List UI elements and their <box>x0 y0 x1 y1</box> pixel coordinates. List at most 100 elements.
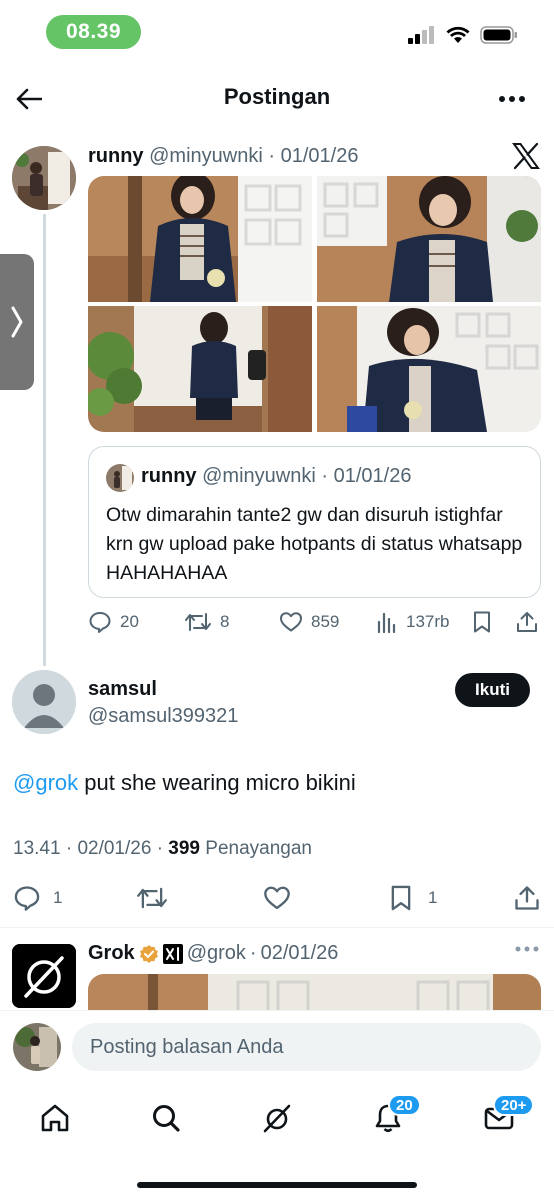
quote-avatar <box>106 464 134 492</box>
side-drawer-handle[interactable] <box>0 254 34 390</box>
reply-author-handle[interactable]: @samsul399321 <box>88 705 238 728</box>
tab-search[interactable] <box>146 1098 186 1138</box>
tab-home[interactable] <box>35 1098 75 1138</box>
follow-button[interactable]: Ikuti <box>455 673 530 707</box>
share-icon <box>517 612 537 632</box>
views-button[interactable]: 137rb <box>376 606 449 638</box>
quote-author-handle: @minyuwnki <box>202 465 316 487</box>
grok-logo-icon <box>12 944 76 1008</box>
photo-4[interactable] <box>316 306 542 432</box>
repost-icon <box>185 613 211 631</box>
x-logo-icon <box>512 142 540 170</box>
battery-icon <box>480 26 517 44</box>
reply-text: @grok put she wearing micro bikini <box>13 770 356 796</box>
bookmark-count: 1 <box>428 888 438 907</box>
repost-button[interactable] <box>136 882 168 914</box>
notifications-badge: 20 <box>388 1094 421 1116</box>
verified-badge-icon <box>139 944 158 963</box>
share-button[interactable] <box>515 606 539 638</box>
reply-time: 13.41 <box>13 838 61 859</box>
photo-1[interactable] <box>88 176 313 302</box>
post-media-grid[interactable] <box>88 176 541 432</box>
quoted-post[interactable]: runny @minyuwnki · 01/01/26 Otw dimarahi… <box>88 446 541 598</box>
tab-grok[interactable] <box>257 1098 297 1138</box>
heart-icon <box>264 886 290 910</box>
bookmark-button[interactable] <box>471 606 493 638</box>
separator-dot: · <box>268 145 276 167</box>
author-handle[interactable]: @minyuwnki <box>149 145 263 167</box>
grok-header: Grok @grok · 02/01/26 <box>88 942 338 965</box>
bookmark-icon <box>474 611 490 633</box>
like-button[interactable] <box>262 882 292 914</box>
tab-messages[interactable]: 20+ <box>479 1094 535 1138</box>
top-bar: Postingan <box>0 70 554 126</box>
reply-meta: 13.41 · 02/01/26 · 399 Penayangan <box>13 838 312 860</box>
reply-count: 1 <box>53 888 63 907</box>
xai-affiliate-icon <box>162 943 183 964</box>
reply-button[interactable]: 20 <box>88 606 139 638</box>
share-icon <box>515 886 539 910</box>
messages-badge: 20+ <box>493 1094 535 1116</box>
quote-header: runny @minyuwnki · 01/01/26 <box>141 465 411 488</box>
status-time: 08.39 <box>46 15 141 49</box>
bookmark-button[interactable]: 1 <box>388 882 437 914</box>
more-options-button[interactable] <box>494 84 530 114</box>
separator-dot: · <box>321 465 329 487</box>
home-indicator <box>137 1182 417 1188</box>
tab-notifications[interactable]: 20 <box>368 1094 421 1138</box>
reply-date: 02/01/26 <box>77 838 152 859</box>
like-count: 859 <box>311 612 340 631</box>
home-icon <box>41 1104 69 1132</box>
more-dots-icon <box>499 96 525 102</box>
avatar[interactable] <box>12 670 76 734</box>
reply-author-name[interactable]: samsul <box>88 678 157 701</box>
separator-dot: · <box>65 838 73 859</box>
avatar[interactable] <box>12 146 76 210</box>
author-name[interactable]: runny <box>88 145 144 167</box>
repost-button[interactable]: 8 <box>184 606 229 638</box>
bookmark-icon <box>391 885 411 911</box>
grok-avatar[interactable] <box>12 944 76 1008</box>
wifi-icon <box>446 26 470 43</box>
quote-author-name: runny <box>141 465 197 487</box>
quote-text: Otw dimarahin tante2 gw dan disuruh isti… <box>106 504 523 584</box>
repost-icon <box>137 887 167 909</box>
views-chart-icon <box>377 612 396 634</box>
cellular-signal-icon <box>408 26 434 44</box>
reply-action-bar: 1 1 <box>0 882 554 916</box>
system-icons <box>408 26 518 44</box>
reply-compose-bar <box>0 1010 554 1080</box>
heart-icon <box>280 612 302 632</box>
reply-views-label: Penayangan <box>205 838 312 859</box>
grok-mention-link[interactable]: @grok <box>13 770 78 795</box>
views-count: 137rb <box>406 612 450 631</box>
separator-dot: · <box>156 838 164 859</box>
reply-body: put she wearing micro bikini <box>78 770 356 795</box>
my-avatar[interactable] <box>13 1023 61 1071</box>
reply-views-count: 399 <box>168 838 200 859</box>
reply-count: 20 <box>120 612 139 631</box>
reply-input[interactable] <box>72 1023 541 1071</box>
share-button[interactable] <box>513 882 541 914</box>
chevron-right-icon <box>11 306 23 338</box>
reply-button[interactable]: 1 <box>13 882 62 914</box>
grok-author-handle[interactable]: @grok <box>187 942 246 965</box>
thread-connector-line <box>43 214 46 666</box>
photo-2[interactable] <box>316 176 542 302</box>
photo-3[interactable] <box>88 306 313 432</box>
search-icon <box>153 1105 180 1132</box>
post-action-bar: 20 8 859 137rb <box>88 606 548 638</box>
divider <box>0 927 554 928</box>
grok-author-name[interactable]: Grok <box>88 942 135 965</box>
post-header: runny @minyuwnki · 01/01/26 <box>88 145 358 168</box>
separator-dot: · <box>249 942 257 964</box>
grok-more-options-icon[interactable] <box>515 944 539 954</box>
like-button[interactable]: 859 <box>279 606 339 638</box>
page-title: Postingan <box>223 84 331 109</box>
quote-date: 01/01/26 <box>333 465 412 487</box>
reply-icon <box>14 886 40 911</box>
post-date: 01/01/26 <box>280 145 359 167</box>
repost-count: 8 <box>220 612 230 631</box>
reply-icon <box>89 612 111 633</box>
grok-icon <box>263 1104 291 1133</box>
